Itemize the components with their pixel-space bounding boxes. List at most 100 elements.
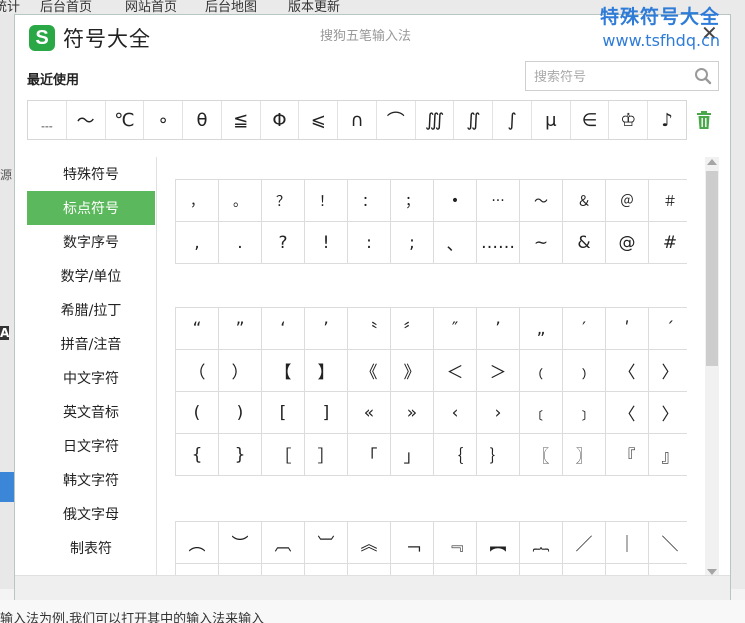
symbol-cell[interactable]: @ [605,221,649,264]
symbol-cell[interactable]: ] [304,391,348,434]
symbol-cell[interactable]: 】 [304,349,348,392]
symbol-cell[interactable]: « [347,391,391,434]
recent-symbol-cell[interactable]: ♔ [609,101,649,139]
symbol-cell[interactable]: ‘ [261,307,305,350]
symbol-cell[interactable]: ＼ [648,521,687,564]
symbol-cell[interactable]: ? [261,221,305,264]
sidebar-category-item[interactable]: 英文音标 [27,395,155,429]
symbol-cell[interactable]: ∼ [519,221,563,264]
symbol-cell[interactable]: ； [390,179,434,222]
symbol-cell[interactable]: { [175,433,219,476]
symbol-cell[interactable]: ︹ [261,521,305,564]
symbol-cell[interactable]: 〞 [390,307,434,350]
recent-symbol-cell[interactable]: ～ [67,101,106,139]
symbol-cell[interactable]: ﹚ [562,349,606,392]
recent-symbol-cell[interactable]: ∈ [571,101,610,139]
sidebar-category-item[interactable]: 特殊符号 [27,157,155,191]
symbol-cell[interactable]: ˊ [648,307,687,350]
sidebar-category-item[interactable]: 希腊/拉丁 [27,293,155,327]
symbol-cell[interactable]: 《 [347,349,391,392]
symbol-cell[interactable]: 〗 [562,433,606,476]
sidebar-category-item[interactable]: 标点符号 [27,191,155,225]
symbol-cell[interactable]: : [347,221,391,264]
sidebar-category-item[interactable]: 拼音/注音 [27,327,155,361]
sidebar-category-item[interactable]: 中文字符 [27,361,155,395]
symbol-cell[interactable]: ’ [304,307,348,350]
symbol-cell[interactable]: „ [519,307,563,350]
symbol-cell[interactable]: ‹ [433,391,477,434]
symbol-cell[interactable]: ʹ [605,307,649,350]
trash-icon[interactable] [695,110,713,130]
recent-symbol-cell[interactable]: ∬ [454,101,494,139]
recent-symbol-cell[interactable]: ♪ [648,101,686,139]
recent-symbol-cell[interactable]: ⌒ [377,101,416,139]
symbol-cell[interactable]: . [218,221,262,264]
sidebar-category-item[interactable]: 数学/单位 [27,259,155,293]
recent-symbol-cell[interactable]: ∭ [416,101,455,139]
symbol-cell[interactable]: ˇ [605,563,649,575]
recent-symbol-cell[interactable]: ⩽ [299,101,339,139]
background-menu-item[interactable]: 统计 [0,0,20,14]
sidebar-category-item[interactable]: 韩文字符 [27,463,155,497]
symbol-cell[interactable]: ︷ [519,521,563,564]
symbol-cell[interactable]: （ [175,349,219,392]
symbol-cell[interactable]: 、 [433,221,477,264]
symbol-cell[interactable]: ＆ [562,179,606,222]
symbol-cell[interactable]: ︶ [261,563,305,575]
symbol-cell[interactable]: 』 [648,433,687,476]
symbol-cell[interactable]: ﹃ [433,521,477,564]
symbol-cell[interactable]: ) [218,391,262,434]
sidebar-category-item[interactable]: 数字序号 [27,225,155,259]
symbol-cell[interactable]: ˋ [648,563,687,575]
symbol-cell[interactable]: ′ [562,307,606,350]
symbol-cell[interactable]: ﹄ [390,563,434,575]
background-menu-item[interactable]: 版本更新 [288,0,340,14]
symbol-cell[interactable]: ） [218,349,262,392]
symbol-cell[interactable]: ﹙ [519,349,563,392]
search-icon[interactable] [694,67,712,85]
symbol-cell[interactable]: ？ [261,179,305,222]
recent-symbol-cell[interactable]: ∘ [144,101,184,139]
symbol-cell[interactable]: » [390,391,434,434]
recent-symbol-cell[interactable]: ﹍ [28,101,67,139]
symbol-cell[interactable]: ／ [562,521,606,564]
symbol-cell[interactable]: • [433,179,477,222]
symbol-cell[interactable]: ﹀ [175,563,219,575]
recent-symbol-cell[interactable]: ≦ [222,101,261,139]
symbol-cell[interactable]: [ [261,391,305,434]
symbol-cell[interactable]: 〈 [605,391,649,434]
symbol-cell[interactable]: ’ [476,307,520,350]
symbol-cell[interactable]: , [175,221,219,264]
symbol-cell[interactable]: ︺ [304,521,348,564]
symbol-cell[interactable]: ︸ [218,563,262,575]
symbol-cell[interactable]: ｝ [476,433,520,476]
background-menu-item[interactable]: 后台地图 [205,0,257,14]
symbol-cell[interactable]: ｛ [433,433,477,476]
symbol-cell[interactable]: 》 [390,349,434,392]
recent-symbol-cell[interactable]: ∫ [493,101,532,139]
symbol-cell[interactable]: ︼ [433,563,477,575]
recent-symbol-cell[interactable]: μ [532,101,571,139]
symbol-cell[interactable]: 「 [347,433,391,476]
symbol-cell[interactable]: …… [476,221,520,264]
sidebar-category-item[interactable]: 日文字符 [27,429,155,463]
symbol-cell[interactable]: 〉 [648,391,687,434]
search-input[interactable] [526,62,696,92]
symbol-cell[interactable]: ﹁ [390,521,434,564]
symbol-cell[interactable]: 『 [605,433,649,476]
symbol-cell[interactable]: 。 [218,179,262,222]
symbol-cell[interactable]: ︽ [347,521,391,564]
symbol-cell[interactable]: ︺ [476,563,520,575]
symbol-cell[interactable]: › [476,391,520,434]
recent-symbol-cell[interactable]: ℃ [106,101,145,139]
scroll-up-icon[interactable] [707,159,717,165]
symbol-cell[interactable]: ＃ [648,179,687,222]
background-menu-item[interactable]: 网站首页 [125,0,177,14]
symbol-cell[interactable]: ﹂ [304,563,348,575]
symbol-cell[interactable]: ; [390,221,434,264]
symbol-cell[interactable]: ( [175,391,219,434]
symbol-cell[interactable]: 〝 [347,307,391,350]
symbol-cell[interactable]: } [218,433,262,476]
symbol-cell[interactable]: # [648,221,687,264]
scroll-thumb[interactable] [706,171,718,366]
